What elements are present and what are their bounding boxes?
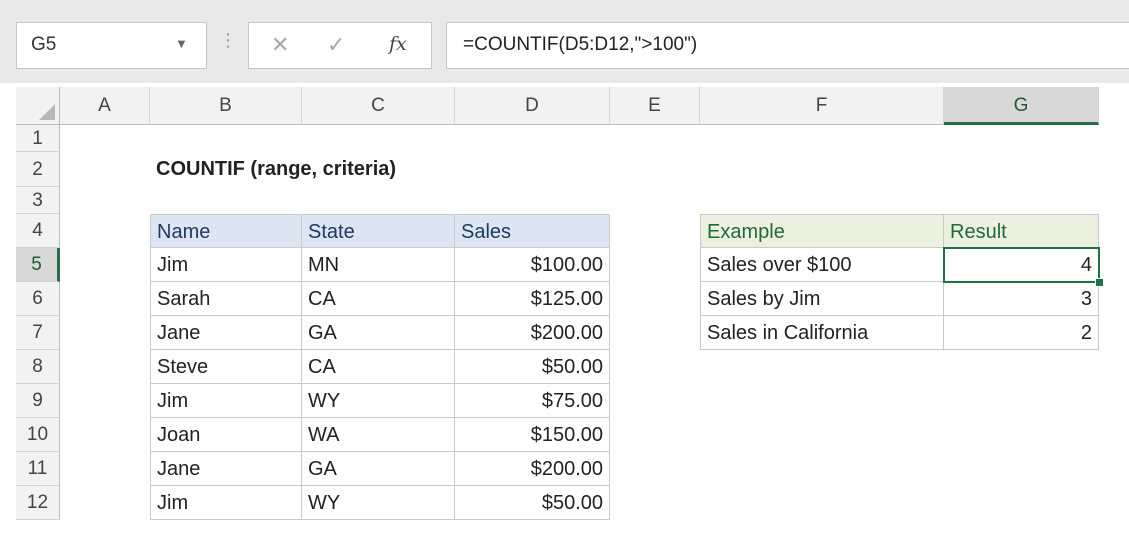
row-header-9[interactable]: 9: [16, 384, 60, 418]
table-cell-state[interactable]: GA: [302, 316, 455, 350]
name-box-value: G5: [31, 34, 57, 55]
row-header-4[interactable]: 4: [16, 214, 60, 248]
formula-input[interactable]: =COUNTIF(D5:D12,">100"): [446, 22, 1129, 69]
table-header-name[interactable]: Name: [150, 214, 302, 248]
table-cell-state[interactable]: CA: [302, 350, 455, 384]
table-cell-sales[interactable]: $125.00: [455, 282, 610, 316]
column-header-c[interactable]: C: [302, 87, 455, 125]
table-header-state[interactable]: State: [302, 214, 455, 248]
sheet-title[interactable]: COUNTIF (range, criteria): [150, 152, 402, 187]
table-cell-name[interactable]: Sarah: [150, 282, 302, 316]
select-all-corner[interactable]: [16, 87, 60, 125]
table-header-sales[interactable]: Sales: [455, 214, 610, 248]
table-cell-sales[interactable]: $200.00: [455, 452, 610, 486]
active-cell-selection[interactable]: [943, 247, 1100, 283]
column-header-d[interactable]: D: [455, 87, 610, 125]
column-header-a[interactable]: A: [60, 87, 150, 125]
example-header-result[interactable]: Result: [944, 214, 1099, 248]
fill-handle[interactable]: [1095, 278, 1104, 287]
table-cell-sales[interactable]: $100.00: [455, 248, 610, 282]
table-cell-state[interactable]: MN: [302, 248, 455, 282]
table-cell-name[interactable]: Jane: [150, 452, 302, 486]
table-cell-sales[interactable]: $75.00: [455, 384, 610, 418]
table-cell-sales[interactable]: $50.00: [455, 350, 610, 384]
name-box[interactable]: G5 ▼: [16, 22, 207, 69]
column-header-b[interactable]: B: [150, 87, 302, 125]
table-cell-name[interactable]: Jane: [150, 316, 302, 350]
fx-icon[interactable]: fx: [389, 33, 407, 55]
spreadsheet-grid: A B C D E F G 1 2 3 4 5 6 7 8 9 10 11 12…: [0, 83, 1129, 537]
select-all-icon: [39, 104, 55, 120]
table-cell-state[interactable]: WY: [302, 486, 455, 520]
example-cell-result[interactable]: 3: [944, 282, 1099, 316]
example-header-example[interactable]: Example: [700, 214, 944, 248]
formula-buttons: ✕ ✓ fx: [248, 22, 432, 69]
table-cell-sales[interactable]: $150.00: [455, 418, 610, 452]
formula-bar: G5 ▼ ⋮ ✕ ✓ fx =COUNTIF(D5:D12,">100"): [0, 0, 1129, 83]
table-cell-state[interactable]: GA: [302, 452, 455, 486]
column-header-g[interactable]: G: [944, 87, 1099, 125]
cancel-x-icon[interactable]: ✕: [271, 32, 289, 58]
table-cell-state[interactable]: WA: [302, 418, 455, 452]
enter-check-icon[interactable]: ✓: [327, 32, 345, 58]
column-header-e[interactable]: E: [610, 87, 700, 125]
table-cell-name[interactable]: Jim: [150, 248, 302, 282]
column-header-f[interactable]: F: [700, 87, 944, 125]
table-cell-sales[interactable]: $50.00: [455, 486, 610, 520]
row-header-7[interactable]: 7: [16, 316, 60, 350]
row-header-2[interactable]: 2: [16, 152, 60, 187]
table-cell-state[interactable]: CA: [302, 282, 455, 316]
table-cell-name[interactable]: Joan: [150, 418, 302, 452]
row-header-5[interactable]: 5: [16, 248, 60, 282]
table-cell-name[interactable]: Steve: [150, 350, 302, 384]
table-cell-state[interactable]: WY: [302, 384, 455, 418]
drag-handle-icon[interactable]: ⋮: [219, 30, 237, 51]
row-header-8[interactable]: 8: [16, 350, 60, 384]
row-header-3[interactable]: 3: [16, 187, 60, 214]
row-header-10[interactable]: 10: [16, 418, 60, 452]
table-cell-name[interactable]: Jim: [150, 486, 302, 520]
example-cell-result[interactable]: 2: [944, 316, 1099, 350]
row-header-1[interactable]: 1: [16, 125, 60, 152]
example-cell-label[interactable]: Sales over $100: [700, 248, 944, 282]
formula-text: =COUNTIF(D5:D12,">100"): [463, 34, 698, 55]
row-header-11[interactable]: 11: [16, 452, 60, 486]
row-header-6[interactable]: 6: [16, 282, 60, 316]
example-cell-label[interactable]: Sales by Jim: [700, 282, 944, 316]
chevron-down-icon[interactable]: ▼: [175, 36, 188, 51]
table-cell-sales[interactable]: $200.00: [455, 316, 610, 350]
table-cell-name[interactable]: Jim: [150, 384, 302, 418]
row-header-12[interactable]: 12: [16, 486, 60, 520]
example-cell-label[interactable]: Sales in California: [700, 316, 944, 350]
